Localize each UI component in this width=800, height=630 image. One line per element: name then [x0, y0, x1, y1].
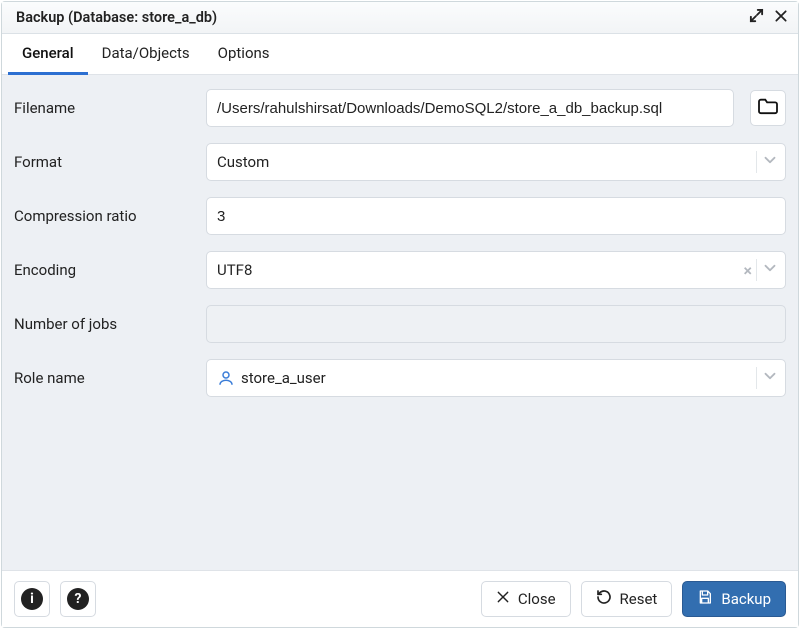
role-select[interactable]: store_a_user	[206, 359, 786, 397]
row-role: Role name store_a_user	[14, 359, 786, 397]
label-jobs: Number of jobs	[14, 315, 196, 333]
form-body: Filename Format Custom	[2, 75, 798, 570]
tab-data-objects[interactable]: Data/Objects	[88, 34, 204, 75]
row-encoding: Encoding UTF8 ×	[14, 251, 786, 289]
filename-field[interactable]	[206, 89, 734, 127]
chevron-down-icon[interactable]	[761, 259, 779, 281]
tab-options[interactable]: Options	[204, 34, 284, 75]
dialog-titlebar: Backup (Database: store_a_db)	[2, 2, 798, 34]
info-button[interactable]: i	[14, 581, 50, 617]
tab-general[interactable]: General	[8, 34, 88, 75]
close-button[interactable]: Close	[481, 581, 571, 617]
dialog-footer: i ? Close Reset	[2, 570, 798, 627]
compression-field[interactable]	[206, 197, 786, 235]
info-icon: i	[21, 588, 43, 610]
dialog-title: Backup (Database: store_a_db)	[16, 9, 217, 26]
divider	[756, 259, 757, 281]
row-compression: Compression ratio	[14, 197, 786, 235]
encoding-select[interactable]: UTF8 ×	[206, 251, 786, 289]
help-button[interactable]: ?	[60, 581, 96, 617]
label-format: Format	[14, 153, 196, 171]
divider	[756, 367, 757, 389]
save-icon	[697, 589, 713, 609]
label-role: Role name	[14, 369, 196, 387]
x-icon	[496, 590, 510, 608]
compression-input[interactable]	[217, 208, 779, 225]
filename-input[interactable]	[217, 100, 727, 117]
close-icon[interactable]	[774, 9, 788, 27]
chevron-down-icon[interactable]	[761, 151, 779, 173]
tab-bar: General Data/Objects Options	[2, 34, 798, 75]
row-format: Format Custom	[14, 143, 786, 181]
backup-dialog: Backup (Database: store_a_db) General Da…	[1, 1, 799, 628]
format-value: Custom	[217, 153, 756, 171]
window-controls	[749, 8, 788, 27]
folder-icon	[757, 97, 779, 119]
chevron-down-icon[interactable]	[761, 367, 779, 389]
encoding-value: UTF8	[217, 261, 744, 279]
row-jobs: Number of jobs	[14, 305, 786, 343]
reset-icon	[596, 589, 612, 609]
format-select[interactable]: Custom	[206, 143, 786, 181]
maximize-icon[interactable]	[749, 8, 764, 27]
browse-button[interactable]	[750, 90, 786, 126]
reset-label: Reset	[620, 590, 658, 608]
role-value: store_a_user	[241, 369, 756, 387]
label-compression: Compression ratio	[14, 207, 196, 225]
clear-icon[interactable]: ×	[744, 261, 753, 280]
help-icon: ?	[67, 588, 89, 610]
reset-button[interactable]: Reset	[581, 581, 673, 617]
backup-label: Backup	[721, 590, 771, 608]
user-icon	[217, 369, 235, 387]
label-filename: Filename	[14, 99, 196, 117]
divider	[756, 151, 757, 173]
label-encoding: Encoding	[14, 261, 196, 279]
close-label: Close	[518, 590, 556, 608]
jobs-field	[206, 305, 786, 343]
row-filename: Filename	[14, 89, 786, 127]
backup-button[interactable]: Backup	[682, 581, 786, 617]
